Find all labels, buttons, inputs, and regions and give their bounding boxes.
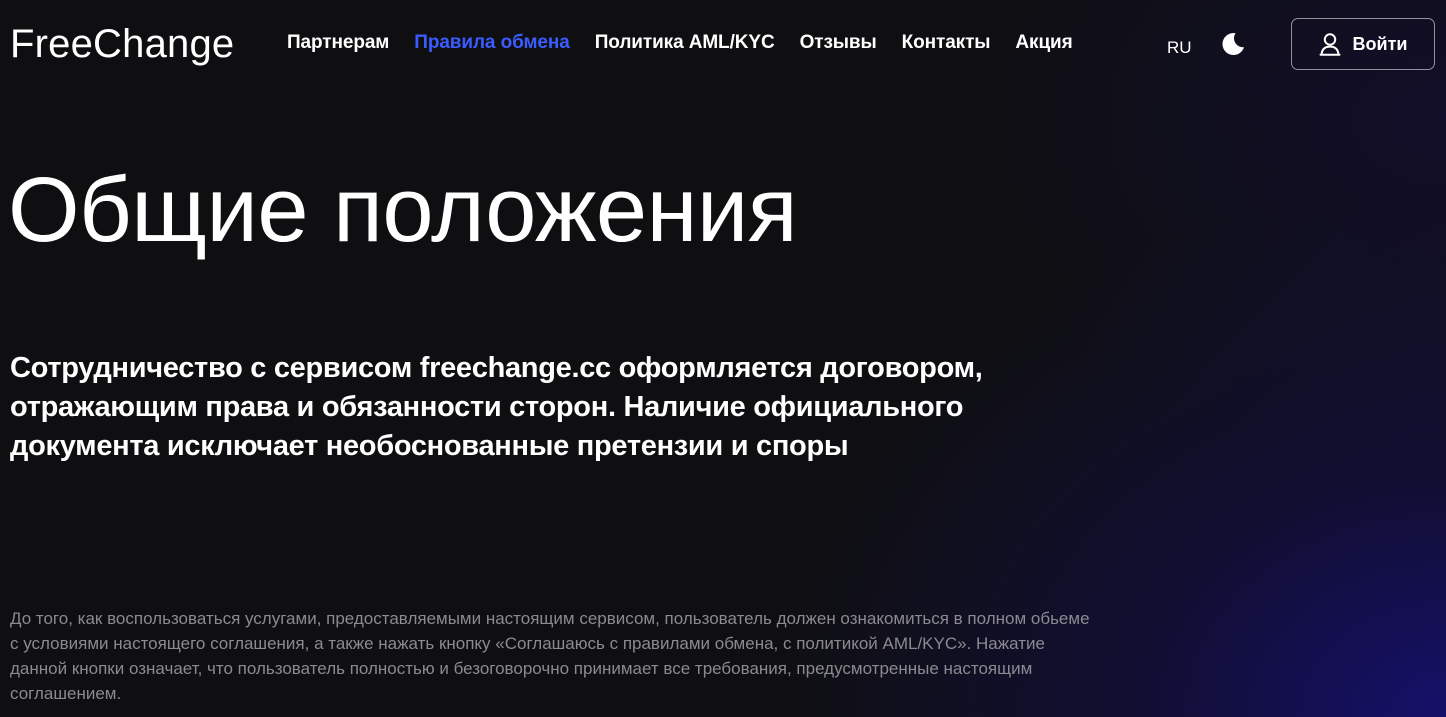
- site-header: FreeChange Партнерам Правила обмена Поли…: [0, 0, 1446, 90]
- login-button[interactable]: Войти: [1291, 18, 1435, 70]
- nav-item-contacts[interactable]: Контакты: [902, 32, 991, 54]
- user-icon: [1319, 32, 1341, 56]
- language-switcher[interactable]: RU: [1167, 38, 1192, 58]
- nav-item-promo[interactable]: Акция: [1015, 32, 1072, 54]
- login-button-label: Войти: [1352, 33, 1408, 54]
- moon-icon[interactable]: [1219, 30, 1247, 58]
- body-paragraph: До того, как воспользоваться услугами, п…: [10, 609, 1090, 703]
- nav-item-partners[interactable]: Партнерам: [287, 32, 389, 54]
- main-nav: Партнерам Правила обмена Политика AML/KY…: [287, 32, 1098, 54]
- page: FreeChange Партнерам Правила обмена Поли…: [0, 0, 1446, 717]
- logo[interactable]: FreeChange: [10, 22, 234, 67]
- page-title: Общие положения: [8, 159, 798, 261]
- lead-paragraph: Сотрудничество с сервисом freechange.cc …: [10, 352, 983, 462]
- nav-item-reviews[interactable]: Отзывы: [800, 32, 877, 54]
- nav-item-aml-kyc[interactable]: Политика AML/KYC: [595, 32, 775, 54]
- nav-item-exchange-rules[interactable]: Правила обмена: [414, 32, 570, 54]
